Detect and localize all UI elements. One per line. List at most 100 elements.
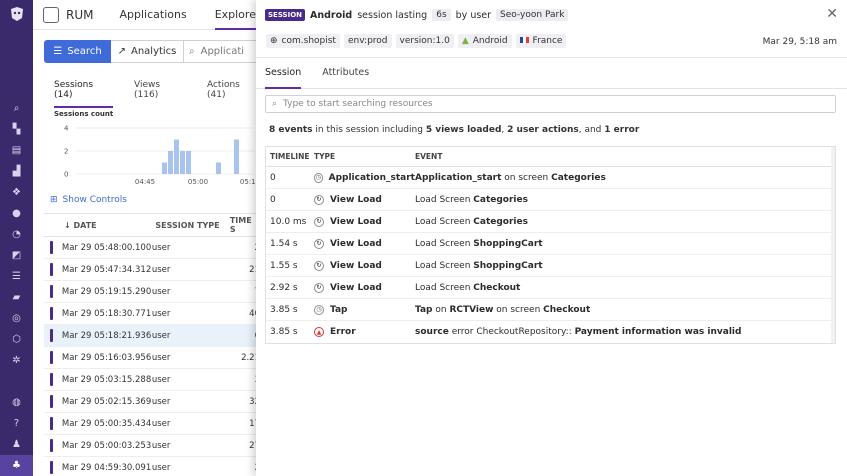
- by-user-text: by user: [455, 9, 492, 21]
- cell-session-type: user: [151, 440, 171, 451]
- scrollbar[interactable]: [831, 147, 835, 343]
- event-row[interactable]: 0 ↻ View Load Load Screen Categories: [266, 189, 835, 211]
- refresh-icon: ↻: [314, 216, 324, 227]
- table-row[interactable]: Mar 29 05:48:00.100 user 2: [44, 237, 260, 259]
- cell-date: Mar 29 05:00:35.434: [61, 418, 152, 429]
- france-flag-icon: [519, 36, 529, 46]
- session-header: SESSION Android session lasting 6s by us…: [265, 9, 569, 21]
- cell-timeline: 0: [270, 194, 276, 205]
- search-icon[interactable]: ⌕: [0, 98, 33, 119]
- session-color-bar: [50, 417, 53, 430]
- synthetics-icon[interactable]: ▰: [0, 287, 33, 308]
- event-row[interactable]: 2.92 s ↻ View Load Load Screen Checkout: [266, 277, 835, 299]
- session-summary: 8 events in this session including 5 vie…: [269, 125, 640, 135]
- cell-time-spent: 2.21: [241, 352, 260, 363]
- table-row[interactable]: Mar 29 05:18:30.771 user 40: [44, 303, 260, 325]
- event-row[interactable]: 1.54 s ↻ View Load Load Screen ShoppingCa…: [266, 233, 835, 255]
- cell-type: ▲ Error: [314, 327, 415, 337]
- team-icon[interactable]: ♟: [0, 434, 33, 455]
- nav-rail: ⌕ ▚ ▤ ▟ ❖ ● ◔ ◩ ☰ ▰ ◎ ⬡ ✲ ◍ ? ♟ ♣: [0, 0, 33, 476]
- close-icon[interactable]: ✕: [826, 6, 838, 22]
- session-color-bar: [50, 395, 53, 408]
- chart-bar[interactable]: [174, 139, 179, 175]
- rum-icon[interactable]: ✲: [0, 350, 33, 371]
- event-row[interactable]: 0 ◷ Application_start Application_start o…: [266, 167, 835, 189]
- panel-tabs: Session Attributes: [256, 57, 847, 89]
- nav-applications[interactable]: Applications: [119, 8, 186, 21]
- chart-bar[interactable]: [162, 162, 167, 175]
- resource-search-input[interactable]: ⌕ Type to start searching resources: [265, 95, 836, 113]
- user-icon[interactable]: ♣: [0, 455, 33, 476]
- controls-icon: ⊞: [50, 195, 58, 205]
- notebook-icon[interactable]: ◩: [0, 245, 33, 266]
- table-row[interactable]: Mar 29 05:03:15.288 user 3: [44, 369, 260, 391]
- table-row[interactable]: Mar 29 05:19:15.290 user 7: [44, 281, 260, 303]
- cell-timeline: 0: [270, 172, 276, 183]
- chart-title: Sessions count: [54, 110, 114, 118]
- table-row[interactable]: Mar 29 05:47:34.312 user 21: [44, 259, 260, 281]
- cell-time-spent: 32: [249, 396, 260, 407]
- search-button[interactable]: ☰ Search: [44, 40, 111, 63]
- tab-sessions[interactable]: Sessions (14): [54, 80, 114, 108]
- table-row[interactable]: Mar 29 04:59:30.091 user 2: [44, 457, 260, 476]
- event-row[interactable]: 3.85 s ▲ Error source error CheckoutRepos…: [266, 321, 835, 343]
- event-row[interactable]: 1.55 s ↻ View Load Load Screen ShoppingCa…: [266, 255, 835, 277]
- cell-session-type: user: [151, 396, 171, 407]
- user-pill[interactable]: Seo-yoon Park: [496, 9, 569, 21]
- integrations-icon[interactable]: ❖: [0, 182, 33, 203]
- tab-actions[interactable]: Actions (41): [207, 80, 260, 108]
- cell-timeline: 10.0 ms: [270, 216, 307, 227]
- tag-country[interactable]: France: [515, 34, 567, 48]
- chart-bar[interactable]: [186, 151, 191, 174]
- tag-version[interactable]: version:1.0: [395, 34, 454, 48]
- apm-icon[interactable]: ◔: [0, 224, 33, 245]
- binoculars-icon[interactable]: ▚: [0, 119, 33, 140]
- chart-bar[interactable]: [216, 162, 221, 175]
- chart-bar[interactable]: [180, 151, 185, 174]
- tab-attributes[interactable]: Attributes: [322, 57, 369, 89]
- col-event: EVENT: [415, 152, 443, 161]
- chat-icon[interactable]: ◍: [0, 392, 33, 413]
- tab-views[interactable]: Views (116): [134, 80, 186, 108]
- tab-session[interactable]: Session: [265, 57, 302, 89]
- refresh-icon: ↻: [314, 238, 324, 249]
- event-row[interactable]: 3.85 s ◷ Tap Tap on RCTView on screen Che…: [266, 299, 835, 321]
- show-controls-link[interactable]: ⊞ Show Controls: [50, 195, 127, 205]
- security-icon[interactable]: ⬡: [0, 329, 33, 350]
- col-date[interactable]: ↓ DATE: [44, 221, 155, 230]
- table-row[interactable]: Mar 29 05:02:15.369 user 32: [44, 391, 260, 413]
- metrics-icon[interactable]: ▟: [0, 161, 33, 182]
- col-session-type[interactable]: SESSION TYPE: [155, 221, 229, 230]
- search-icon: ⌕: [189, 46, 195, 57]
- session-date: Mar 29, 5:18 am: [762, 37, 837, 47]
- android-icon: ▲: [461, 36, 469, 46]
- session-color-bar: [50, 329, 53, 342]
- monitors-icon[interactable]: ●: [0, 203, 33, 224]
- lasting-text: session lasting: [357, 9, 428, 21]
- event-row[interactable]: 10.0 ms ↻ View Load Load Screen Categorie…: [266, 211, 835, 233]
- chart-bar[interactable]: [234, 139, 239, 175]
- ci-icon[interactable]: ◎: [0, 308, 33, 329]
- datadog-logo[interactable]: [0, 0, 33, 28]
- cell-type: ↻ View Load: [314, 216, 415, 227]
- table-row[interactable]: Mar 29 05:00:03.253 user 27: [44, 435, 260, 457]
- table-row[interactable]: Mar 29 05:16:03.956 user 2.21: [44, 347, 260, 369]
- tag-os[interactable]: ▲ Android: [457, 34, 512, 48]
- analytics-button[interactable]: ↗ Analytics: [111, 40, 184, 63]
- logs-icon[interactable]: ☰: [0, 266, 33, 287]
- cell-event: Application_start on screen Categories: [415, 172, 606, 183]
- platform-name: Android: [310, 9, 353, 21]
- tag-env[interactable]: env:prod: [343, 34, 392, 48]
- dashboard-icon[interactable]: ▤: [0, 140, 33, 161]
- table-row[interactable]: Mar 29 05:18:21.936 user 6: [44, 325, 260, 347]
- tag-app[interactable]: ⊕ com.shopist: [266, 34, 340, 48]
- session-color-bar: [50, 307, 53, 320]
- x-tick-label: 05:00: [188, 178, 208, 186]
- chart-bar[interactable]: [168, 151, 173, 174]
- query-input[interactable]: ⌕ Applicati: [184, 40, 260, 63]
- cell-type: ↻ View Load: [314, 282, 415, 293]
- table-row[interactable]: Mar 29 05:00:35.434 user 17: [44, 413, 260, 435]
- table-header: ↓ DATE SESSION TYPE TIME S: [44, 213, 260, 237]
- help-icon[interactable]: ?: [0, 413, 33, 434]
- nav-explore[interactable]: Explore: [214, 0, 257, 30]
